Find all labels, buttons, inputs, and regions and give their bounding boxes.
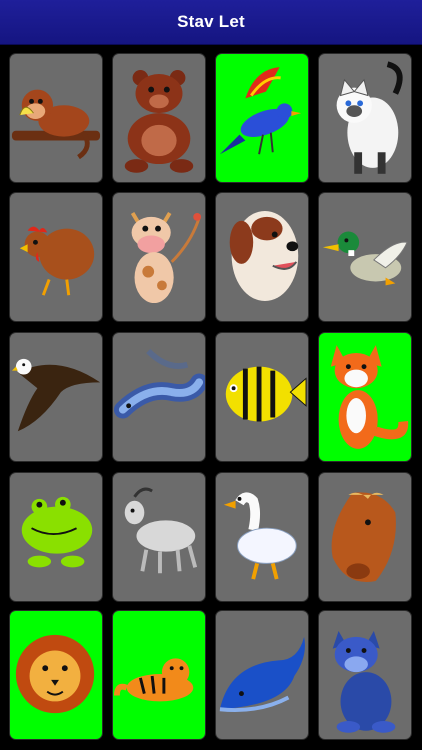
tiger-icon <box>113 658 194 702</box>
bear-icon <box>124 70 194 173</box>
goat-icon <box>124 487 198 574</box>
card-monkey[interactable] <box>9 53 103 183</box>
monkey-icon <box>11 89 101 160</box>
bird-icon <box>219 67 302 155</box>
duck-icon <box>322 231 408 286</box>
whale-icon <box>219 636 305 712</box>
card-fish[interactable] <box>215 332 309 462</box>
horse-icon <box>331 492 396 583</box>
card-dog[interactable] <box>215 192 309 322</box>
card-goose[interactable] <box>215 472 309 602</box>
card-whale[interactable] <box>215 610 309 740</box>
eagle-icon <box>11 358 101 432</box>
card-bird[interactable] <box>215 53 309 183</box>
card-hen[interactable] <box>9 192 103 322</box>
eel-icon <box>113 348 205 419</box>
animal-card-grid <box>0 44 422 750</box>
card-cat[interactable] <box>318 53 412 183</box>
card-frog[interactable] <box>9 472 103 602</box>
card-goat[interactable] <box>112 472 206 602</box>
card-tiger[interactable] <box>112 610 206 740</box>
card-horse[interactable] <box>318 472 412 602</box>
nav-bar: Stav Let <box>0 0 422 45</box>
goose-icon <box>223 492 297 580</box>
card-eagle[interactable] <box>9 332 103 462</box>
wolf-icon <box>332 630 396 733</box>
card-lion[interactable] <box>9 610 103 740</box>
card-fox[interactable] <box>318 332 412 462</box>
cat-icon <box>336 61 403 174</box>
hen-icon <box>19 226 95 296</box>
card-cow[interactable] <box>112 192 206 322</box>
card-bear[interactable] <box>112 53 206 183</box>
lion-icon <box>15 634 95 714</box>
frog-icon <box>21 496 93 568</box>
card-eel[interactable] <box>112 332 206 462</box>
dog-icon <box>229 211 299 302</box>
card-wolf[interactable] <box>318 610 412 740</box>
card-duck[interactable] <box>318 192 412 322</box>
cow-icon <box>130 211 202 303</box>
fish-icon <box>225 366 307 422</box>
page-title: Stav Let <box>177 12 245 31</box>
fox-icon <box>330 345 409 449</box>
